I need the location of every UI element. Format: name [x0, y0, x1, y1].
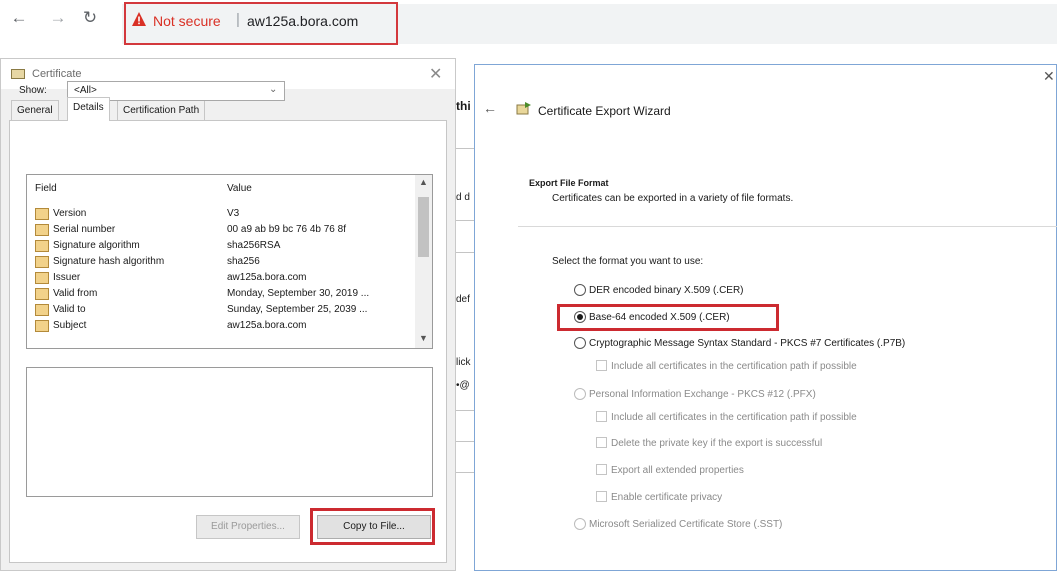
option-label-pfx: Personal Information Exchange - PKCS #12…	[589, 389, 816, 400]
field-name: Subject	[53, 320, 87, 331]
checkbox-enable-certificate-privacy[interactable]	[596, 491, 607, 502]
field-name: Signature algorithm	[53, 240, 140, 251]
radio-pkcs7-format[interactable]	[574, 337, 586, 349]
field-icon	[35, 288, 49, 300]
radio-der-format[interactable]	[574, 284, 586, 296]
certificate-icon	[11, 69, 25, 79]
background-divider	[456, 441, 474, 442]
checkbox-label: Include all certificates in the certific…	[611, 412, 857, 423]
arrow-right-icon[interactable]: →	[47, 8, 69, 28]
field-name: Signature hash algorithm	[53, 256, 165, 267]
background-text: lick	[456, 357, 471, 368]
wizard-divider	[518, 226, 1057, 227]
tab-general[interactable]: General	[11, 100, 59, 120]
field-row-version[interactable]: Version V3	[27, 206, 417, 222]
section-title: Export File Format	[529, 178, 609, 188]
field-value: sha256	[227, 256, 260, 267]
tab-details[interactable]: Details	[67, 97, 110, 121]
field-list-scrollbar[interactable]: ▲ ▼	[415, 175, 432, 348]
arrow-left-icon[interactable]: ←	[8, 8, 30, 28]
field-value: sha256RSA	[227, 240, 281, 251]
checkbox-pfx-include-chain[interactable]	[596, 411, 607, 422]
field-row-valid-to[interactable]: Valid to Sunday, September 25, 2039 ...	[27, 302, 417, 318]
field-row-serial-number[interactable]: Serial number 00 a9 ab b9 bc 76 4b 76 8f	[27, 222, 417, 238]
column-header-value[interactable]: Value	[227, 183, 252, 194]
column-header-field[interactable]: Field	[35, 183, 57, 194]
checkbox-label: Delete the private key if the export is …	[611, 438, 823, 449]
scroll-up-icon[interactable]: ▲	[419, 177, 428, 187]
arrow-left-icon[interactable]: ←	[483, 100, 497, 116]
edit-properties-button[interactable]: Edit Properties...	[196, 515, 300, 539]
background-divider	[456, 252, 474, 253]
checkbox-p7b-include-chain[interactable]	[596, 360, 607, 371]
field-icon	[35, 208, 49, 220]
field-row-subject[interactable]: Subject aw125a.bora.com	[27, 318, 417, 334]
background-text: •@	[456, 380, 470, 391]
field-value: aw125a.bora.com	[227, 272, 307, 283]
show-dropdown-value: <All>	[74, 85, 97, 96]
url-highlight-box	[124, 2, 398, 45]
tab-certification-path[interactable]: Certification Path	[117, 100, 206, 120]
show-label: Show:	[19, 85, 47, 96]
scroll-down-icon[interactable]: ▼	[419, 333, 428, 343]
background-divider	[456, 410, 474, 411]
field-icon	[35, 224, 49, 236]
close-icon[interactable]: ✕	[1043, 68, 1055, 85]
scrollbar-thumb[interactable]	[418, 197, 429, 257]
section-description: Certificates can be exported in a variet…	[552, 193, 794, 204]
browser-toolbar: ← → ↻ Not secure | aw125a.bora.com	[0, 0, 1057, 50]
option-label-der: DER encoded binary X.509 (.CER)	[589, 285, 744, 296]
background-text: def	[456, 294, 470, 305]
checkbox-label: Export all extended properties	[611, 465, 744, 476]
option-label-sst: Microsoft Serialized Certificate Store (…	[589, 519, 783, 530]
field-name: Valid to	[53, 304, 86, 315]
wizard-title: Certificate Export Wizard	[538, 104, 671, 118]
field-value-detail-box[interactable]	[26, 367, 433, 497]
background-divider	[456, 148, 474, 149]
background-text: d d	[456, 192, 470, 203]
certificate-dialog: Certificate ✕ General Details Certificat…	[0, 58, 456, 571]
field-value: Monday, September 30, 2019 ...	[227, 288, 370, 299]
dialog-title: Certificate	[32, 68, 82, 80]
field-name: Serial number	[53, 224, 116, 235]
field-value: Sunday, September 25, 2039 ...	[227, 304, 368, 315]
checkbox-label: Include all certificates in the certific…	[611, 361, 857, 372]
field-row-signature-hash-algorithm[interactable]: Signature hash algorithm sha256	[27, 254, 417, 270]
field-name: Valid from	[53, 288, 98, 299]
field-row-issuer[interactable]: Issuer aw125a.bora.com	[27, 270, 417, 286]
field-icon	[35, 272, 49, 284]
close-icon[interactable]: ✕	[429, 64, 442, 84]
radio-pfx-format[interactable]	[574, 388, 586, 400]
field-icon	[35, 240, 49, 252]
field-list[interactable]: Field Value Version V3 Serial number 00 …	[26, 174, 433, 349]
field-value: V3	[227, 208, 240, 219]
reload-icon[interactable]: ↻	[79, 8, 101, 28]
field-row-signature-algorithm[interactable]: Signature algorithm sha256RSA	[27, 238, 417, 254]
checkbox-label: Enable certificate privacy	[611, 492, 723, 503]
field-value: aw125a.bora.com	[227, 320, 307, 331]
field-icon	[35, 320, 49, 332]
field-name: Version	[53, 208, 87, 219]
field-row-valid-from[interactable]: Valid from Monday, September 30, 2019 ..…	[27, 286, 417, 302]
copy-to-file-highlight-box	[310, 508, 435, 545]
certificate-wizard-icon	[516, 102, 531, 115]
background-text: thi	[456, 99, 471, 113]
base64-highlight-box	[557, 304, 779, 331]
background-divider	[456, 472, 474, 473]
option-label-pkcs7: Cryptographic Message Syntax Standard - …	[589, 338, 906, 349]
field-icon	[35, 256, 49, 268]
chevron-down-icon: ⌄	[269, 84, 278, 95]
background-divider	[456, 220, 474, 221]
field-value: 00 a9 ab b9 bc 76 4b 76 8f	[227, 224, 346, 235]
checkbox-delete-private-key[interactable]	[596, 437, 607, 448]
field-name: Issuer	[53, 272, 81, 283]
checkbox-export-extended-properties[interactable]	[596, 464, 607, 475]
format-prompt: Select the format you want to use:	[552, 256, 704, 267]
radio-sst-format[interactable]	[574, 518, 586, 530]
field-icon	[35, 304, 49, 316]
